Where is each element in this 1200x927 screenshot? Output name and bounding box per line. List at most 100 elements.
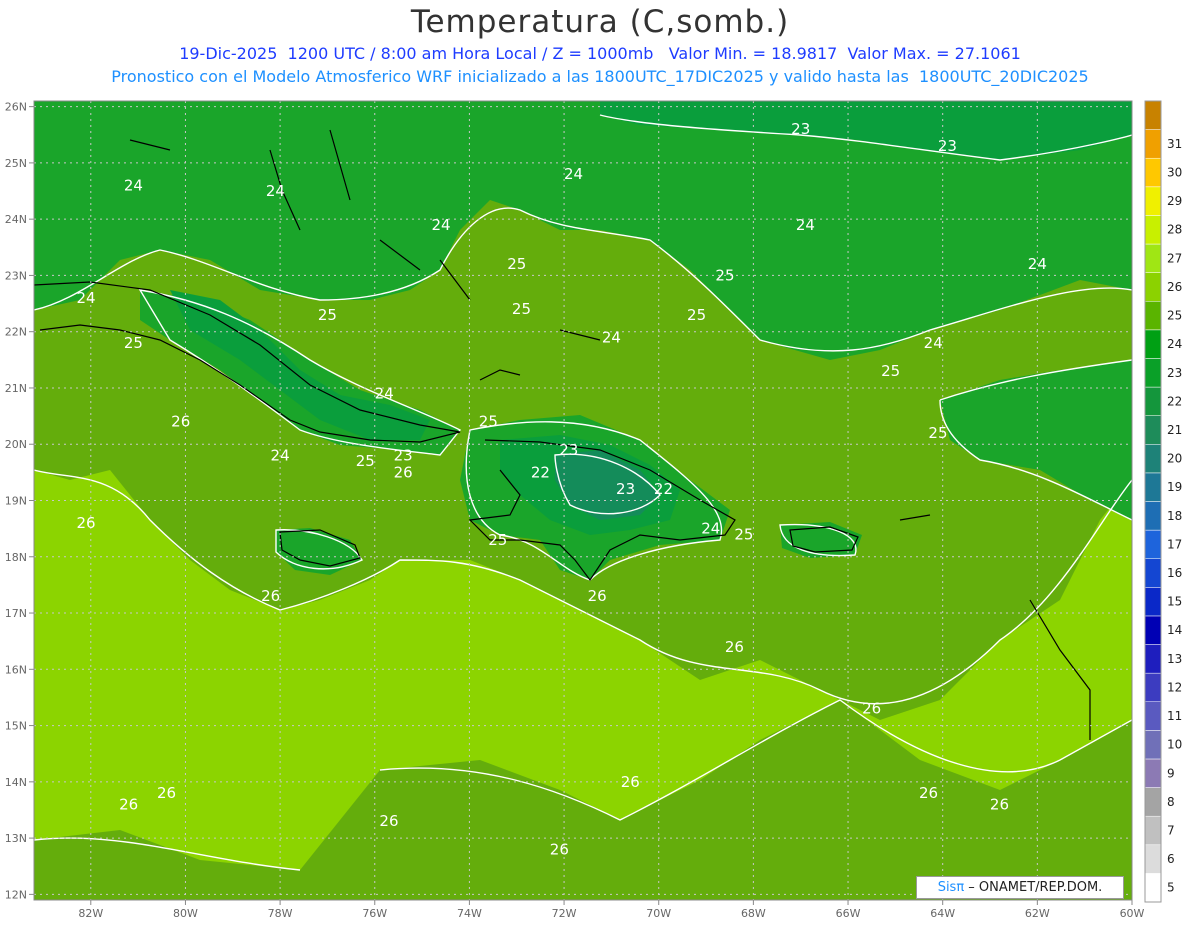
lat-tick-label: 14N — [5, 776, 27, 789]
colorbar-swatch — [1144, 529, 1162, 559]
isotherm-label: 26 — [990, 795, 1009, 813]
isotherm-label: 25 — [928, 424, 947, 442]
isotherm-label: 25 — [881, 362, 900, 380]
colorbar-label: 8 — [1167, 795, 1175, 809]
lon-tick-label: 66W — [836, 907, 861, 920]
colorbar-label: 10 — [1167, 738, 1182, 752]
colorbar-swatch — [1144, 815, 1162, 846]
colorbar-swatch — [1144, 701, 1162, 731]
colorbar-swatch — [1144, 301, 1162, 331]
colorbar-label: 12 — [1167, 680, 1182, 694]
isotherm-label: 26 — [171, 413, 190, 431]
lat-tick-label: 12N — [5, 888, 27, 901]
colorbar-label: 6 — [1167, 852, 1175, 866]
isotherm-label: 24 — [375, 385, 394, 403]
isotherm-label: 24 — [602, 328, 621, 346]
isotherm-label: 26 — [394, 463, 413, 481]
isotherm-label: 24 — [77, 289, 96, 307]
colorbar-swatch — [1144, 329, 1162, 359]
lon-tick-label: 70W — [646, 907, 671, 920]
lat-tick-label: 22N — [5, 326, 27, 339]
lat-tick-label: 16N — [5, 663, 27, 676]
isotherm-label: 23 — [938, 137, 957, 155]
colorbar-label: 14 — [1167, 623, 1182, 637]
isotherm-label: 23 — [394, 446, 413, 464]
isotherm-label: 23 — [559, 441, 578, 459]
colorbar-label: 22 — [1167, 394, 1182, 408]
isotherm-label: 26 — [157, 784, 176, 802]
colorbar-label: 30 — [1167, 166, 1182, 180]
isotherm-label: 26 — [379, 812, 398, 830]
lat-tick-label: 23N — [5, 269, 27, 282]
lon-tick-label: 76W — [362, 907, 387, 920]
lat-tick-label: 17N — [5, 607, 27, 620]
colorbar-swatch — [1144, 272, 1162, 302]
colorbar-swatch — [1144, 129, 1162, 159]
isotherm-label: 26 — [550, 840, 569, 858]
temperature-map: 24 24 24 24 24 24 24 24 24 24 24 24 23 23 23 23 23 22 22 25… — [5, 100, 1182, 920]
colorbar-label: 17 — [1167, 537, 1182, 551]
colorbar-label: 13 — [1167, 652, 1182, 666]
isotherm-label: 25 — [715, 266, 734, 284]
lon-tick-label: 60W — [1120, 907, 1145, 920]
colorbar-swatch — [1144, 615, 1162, 645]
lat-tick-label: 21N — [5, 382, 27, 395]
lon-tick-label: 68W — [741, 907, 766, 920]
lat-tick-label: 13N — [5, 832, 27, 845]
colorbar-label: 26 — [1167, 280, 1182, 294]
colorbar-label: 28 — [1167, 223, 1182, 237]
map-plot-area — [34, 101, 1132, 900]
credit-badge: Sisπ – ONAMET/REP.DOM. — [916, 876, 1124, 899]
colorbar-swatch — [1144, 730, 1162, 760]
colorbar-swatch — [1144, 758, 1162, 788]
isotherm-label: 23 — [616, 480, 635, 498]
isotherm-label: 24 — [124, 176, 143, 194]
lat-tick-label: 24N — [5, 213, 27, 226]
colorbar-swatch — [1144, 558, 1162, 588]
colorbar-label: 29 — [1167, 194, 1182, 208]
isotherm-label: 25 — [479, 413, 498, 431]
isotherm-label: 24 — [431, 216, 450, 234]
isotherm-label: 24 — [271, 446, 290, 464]
colorbar-swatch — [1144, 501, 1162, 531]
isotherm-label: 24 — [266, 182, 285, 200]
isotherm-label: 25 — [507, 255, 526, 273]
isotherm-label: 25 — [318, 306, 337, 324]
latitude-axis: 26N 25N 24N 23N 22N 21N 20N 19N 18N 17N 16N 15N 14N 1… — [5, 101, 34, 901]
colorbar-swatch — [1144, 415, 1162, 445]
isotherm-label: 24 — [564, 165, 583, 183]
lat-tick-label: 18N — [5, 551, 27, 564]
isotherm-label: 24 — [796, 216, 815, 234]
temperature-colorbar: 5 6 7 8 9 10 11 12 13 14 15 16 17 18 19 20 21 22 23 24 25 26 2… — [1144, 100, 1182, 903]
lon-tick-label: 80W — [173, 907, 198, 920]
colorbar-label: 9 — [1167, 766, 1175, 780]
colorbar-swatch — [1144, 358, 1162, 388]
colorbar-swatch — [1144, 243, 1162, 273]
longitude-axis: 82W 80W 78W 76W 74W 72W 70W 68W 66W 64W 62W 60W — [78, 900, 1145, 920]
lon-tick-label: 62W — [1025, 907, 1050, 920]
isotherm-label: 26 — [588, 587, 607, 605]
lon-tick-label: 78W — [268, 907, 293, 920]
colorbar-swatch — [1144, 587, 1162, 617]
colorbar-label: 11 — [1167, 709, 1182, 723]
colorbar-label: 25 — [1167, 309, 1182, 323]
isotherm-label: 25 — [488, 531, 507, 549]
colorbar-swatch — [1144, 672, 1162, 703]
credit-text: – ONAMET/REP.DOM. — [964, 880, 1103, 895]
colorbar-label: 5 — [1167, 881, 1175, 895]
isotherm-label: 25 — [356, 452, 375, 470]
colorbar-swatch — [1144, 157, 1162, 188]
colorbar-swatch — [1144, 472, 1162, 502]
isotherm-label: 26 — [119, 795, 138, 813]
colorbar-swatch — [1144, 844, 1162, 874]
colorbar-label: 18 — [1167, 509, 1182, 523]
lat-tick-label: 25N — [5, 157, 27, 170]
isotherm-label: 25 — [512, 300, 531, 318]
isotherm-label: 26 — [261, 587, 280, 605]
lon-tick-label: 82W — [78, 907, 103, 920]
lat-tick-label: 26N — [5, 101, 27, 114]
isotherm-label: 23 — [791, 120, 810, 138]
colorbar-label: 31 — [1167, 137, 1182, 151]
lat-tick-label: 15N — [5, 720, 27, 733]
colorbar-swatch — [1144, 644, 1162, 674]
